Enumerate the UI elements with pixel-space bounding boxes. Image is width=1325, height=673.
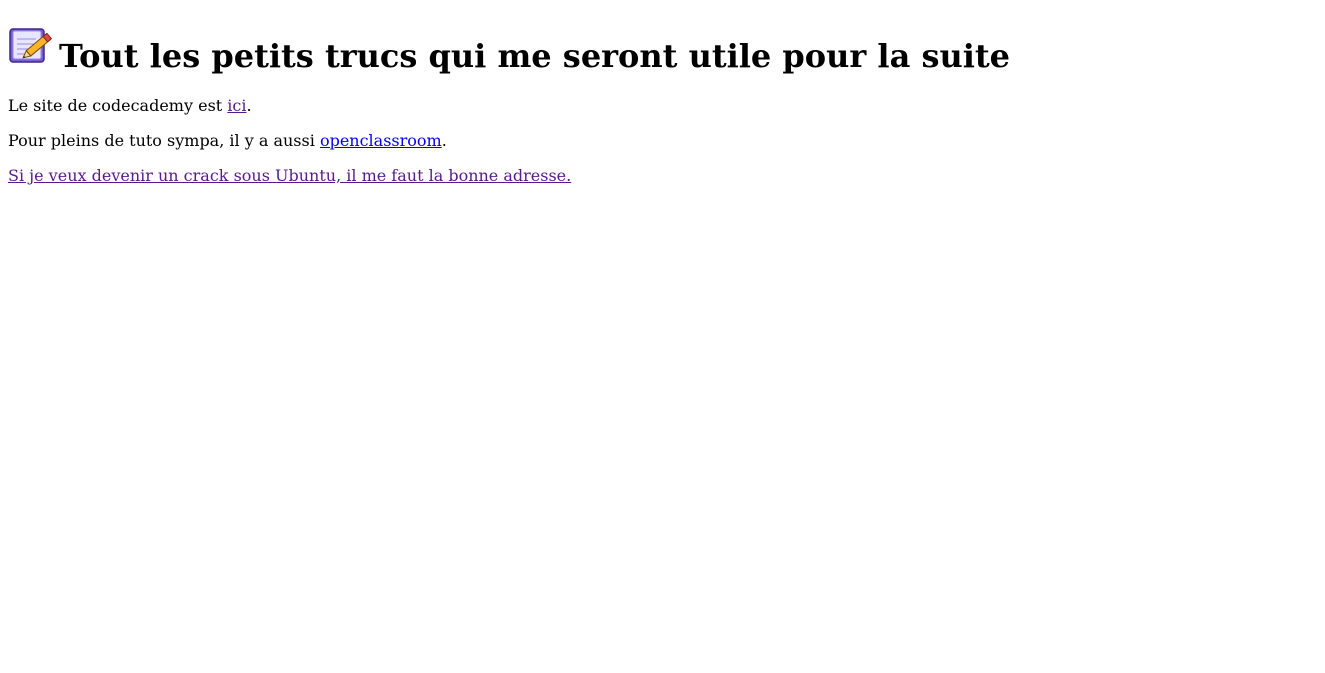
- codecademy-link[interactable]: ici: [227, 96, 246, 115]
- openclassroom-period: .: [441, 131, 447, 150]
- page-title: Tout les petits trucs qui me seront util…: [59, 37, 1011, 75]
- notepad-pencil-icon: [8, 26, 58, 66]
- page: Tout les petits trucs qui me seront util…: [0, 0, 1325, 186]
- openclassroom-line: Pour pleins de tuto sympa, il y a aussi …: [8, 131, 1317, 151]
- ubuntu-link[interactable]: Si je veux devenir un crack sous Ubuntu,…: [8, 166, 571, 185]
- ubuntu-line: Si je veux devenir un crack sous Ubuntu,…: [8, 166, 1317, 186]
- codecademy-text: Le site de codecademy est: [8, 96, 228, 115]
- codecademy-period: .: [246, 96, 252, 115]
- codecademy-line: Le site de codecademy est ici.: [8, 96, 1317, 116]
- openclassroom-link[interactable]: openclassroom: [320, 131, 442, 150]
- openclassroom-text: Pour pleins de tuto sympa, il y a aussi: [8, 131, 320, 150]
- page-heading: Tout les petits trucs qui me seront util…: [8, 0, 1317, 76]
